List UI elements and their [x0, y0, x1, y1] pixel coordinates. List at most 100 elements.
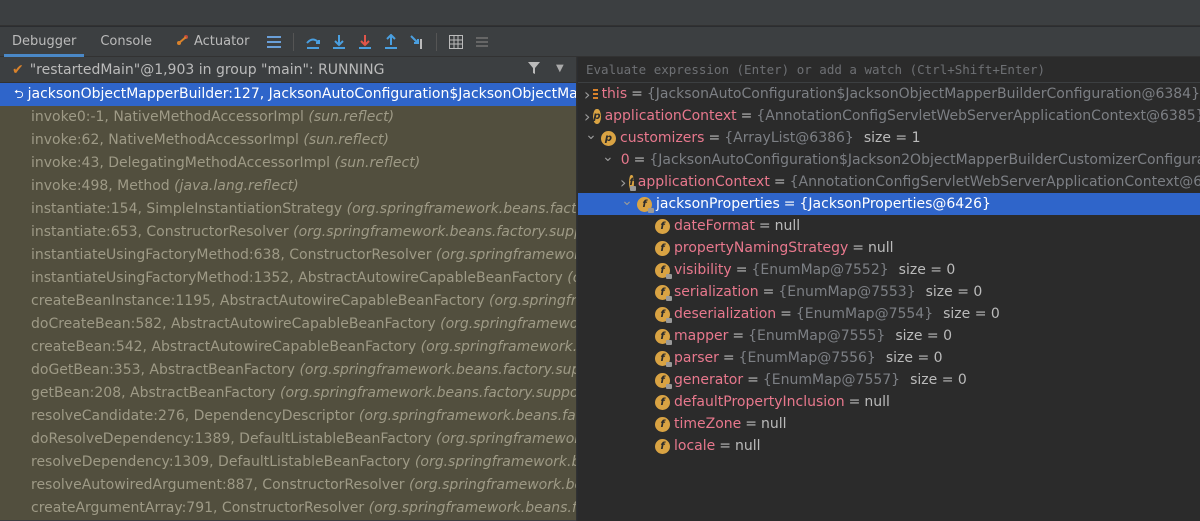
frame-item[interactable]: invoke:43, DelegatingMethodAccessorImpl … — [0, 152, 576, 175]
frame-item[interactable]: doGetBean:353, AbstractBeanFactory (org.… — [0, 359, 576, 382]
check-icon: ✔ — [12, 61, 24, 78]
variable-equals: = — [631, 86, 643, 102]
variable-row[interactable]: f generator = {EnumMap@7557} size = 0 — [578, 369, 1200, 391]
variable-size: size = 0 — [925, 284, 983, 300]
chevron-right-icon[interactable]: › — [620, 173, 626, 192]
frame-package: (sun.reflect) — [330, 155, 421, 171]
variable-row[interactable]: f propertyNamingStrategy = null — [578, 237, 1200, 259]
variable-row[interactable]: ⌄ p customizers = {ArrayList@6386} size = 1 — [578, 127, 1200, 149]
frame-package: (org.springframework.beans.factory.suppo… — [440, 316, 576, 332]
frame-item[interactable]: instantiate:653, ConstructorResolver (or… — [0, 221, 576, 244]
variable-row[interactable]: › f applicationContext = {AnnotationConfigSe… — [578, 171, 1200, 193]
frame-method: invoke0:-1, NativeMethodAccessorImpl — [31, 109, 304, 125]
variable-row[interactable]: f parser = {EnumMap@7556} size = 0 — [578, 347, 1200, 369]
tab-debugger[interactable]: Debugger — [0, 27, 88, 57]
frame-item[interactable]: resolveAutowiredArgument:887, Constructo… — [0, 474, 576, 497]
chevron-down-icon[interactable]: ⌄ — [602, 149, 614, 165]
variable-name: propertyNamingStrategy — [674, 240, 849, 256]
top-strip — [0, 0, 1200, 26]
field-icon: f — [629, 174, 637, 191]
variable-row[interactable]: f mapper = {EnumMap@7555} size = 0 — [578, 325, 1200, 347]
frame-package: (org.springframework.beans.factory.suppo… — [436, 431, 576, 447]
variable-equals: = — [745, 416, 758, 432]
field-icon: f — [637, 196, 654, 213]
frame-item[interactable]: invoke0:-1, NativeMethodAccessorImpl (su… — [0, 106, 576, 129]
frame-item[interactable]: createBeanInstance:1195, AbstractAutowir… — [0, 290, 576, 313]
field-icon: f — [655, 416, 670, 432]
frame-method: doCreateBean:582, AbstractAutowireCapabl… — [31, 316, 436, 332]
frame-item[interactable]: doCreateBean:582, AbstractAutowireCapabl… — [0, 313, 576, 336]
variable-name: 0 — [620, 152, 630, 168]
variable-name: locale — [674, 438, 716, 454]
variable-equals: = — [758, 218, 771, 234]
frame-item[interactable]: getBean:208, AbstractBeanFactory (org.sp… — [0, 382, 576, 405]
variable-value: {JacksonAutoConfiguration$Jackson2Object… — [649, 152, 1200, 168]
frame-item[interactable]: doResolveDependency:1389, DefaultListabl… — [0, 428, 576, 451]
chevron-down-icon[interactable]: ▼ — [556, 63, 564, 74]
variable-row[interactable]: f deserialization = {EnumMap@7554} size = 0 — [578, 303, 1200, 325]
frame-method: instantiateUsingFactoryMethod:1352, Abst… — [31, 270, 563, 286]
variable-row[interactable]: f timeZone = null — [578, 413, 1200, 435]
toolbar-separator — [293, 32, 295, 51]
field-icon: f — [655, 350, 672, 367]
frame-package: (org.springframework.beans.factory.suppo… — [435, 247, 576, 263]
variable-value: null — [864, 394, 890, 410]
variable-equals: = — [762, 284, 775, 300]
filter-icon[interactable] — [527, 61, 541, 79]
variable-name: defaultPropertyInclusion — [674, 394, 845, 410]
frame-package: (org.springframework.beans.factory.suppo… — [368, 500, 576, 516]
force-step-into-icon[interactable] — [354, 31, 376, 53]
field-icon: f — [655, 284, 672, 301]
frame-item[interactable]: instantiateUsingFactoryMethod:638, Const… — [0, 244, 576, 267]
variable-row[interactable]: › this = {JacksonAutoConfiguration$JacksonO… — [578, 83, 1200, 105]
step-over-icon[interactable] — [302, 31, 324, 53]
frame-item-selected[interactable]: ⮌ jacksonObjectMapperBuilder:127, Jackson… — [0, 83, 576, 106]
variable-value: {EnumMap@7552} — [751, 262, 889, 278]
variable-row[interactable]: ⌄ 0 = {JacksonAutoConfiguration$Jackson2Obj… — [578, 149, 1200, 171]
variable-value: {AnnotationConfigServletWebServerApplica… — [789, 174, 1200, 190]
variable-row[interactable]: f visibility = {EnumMap@7552} size = 0 — [578, 259, 1200, 281]
frame-item[interactable]: instantiateUsingFactoryMethod:1352, Abst… — [0, 267, 576, 290]
tab-console[interactable]: Console — [88, 27, 164, 57]
thread-selector[interactable]: ✔ "restartedMain"@1,903 in group "main":… — [0, 57, 576, 83]
frame-method: instantiate:653, ConstructorResolver — [31, 224, 289, 240]
trace-stream-icon[interactable] — [471, 31, 493, 53]
frame-item[interactable]: createArgumentArray:791, ConstructorReso… — [0, 497, 576, 520]
chevron-right-icon[interactable]: › — [584, 85, 590, 104]
chevron-right-icon[interactable]: › — [584, 107, 590, 126]
frame-item[interactable]: resolveCandidate:276, DependencyDescript… — [0, 405, 576, 428]
frame-item[interactable]: createBean:542, AbstractAutowireCapableB… — [0, 336, 576, 359]
frame-package: (sun.reflect) — [303, 109, 395, 125]
variable-row[interactable]: f defaultPropertyInclusion = null — [578, 391, 1200, 413]
frame-method: resolveDependency:1309, DefaultListableB… — [31, 454, 411, 470]
run-to-cursor-icon[interactable] — [406, 31, 428, 53]
variable-value: {JacksonProperties@6426} — [799, 196, 991, 212]
chevron-down-icon[interactable]: ⌄ — [620, 193, 634, 209]
variable-row[interactable]: ⌄ f jacksonProperties = {JacksonProperties@6… — [578, 193, 1200, 215]
variable-row[interactable]: f locale = null — [578, 435, 1200, 457]
variable-equals: = — [747, 372, 759, 388]
frame-item[interactable]: instantiate:154, SimpleInstantiationStra… — [0, 198, 576, 221]
frame-item[interactable]: invoke:498, Method (java.lang.reflect) — [0, 175, 576, 198]
step-out-icon[interactable] — [380, 31, 402, 53]
variable-row[interactable]: f serialization = {EnumMap@7553} size = 0 — [578, 281, 1200, 303]
variable-row[interactable]: f dateFormat = null — [578, 215, 1200, 237]
frame-package: (java.lang.reflect) — [169, 178, 299, 194]
tab-actuator[interactable]: Actuator — [164, 27, 262, 57]
step-into-icon[interactable] — [328, 31, 350, 53]
variable-name: visibility — [674, 262, 732, 278]
watch-input[interactable]: Evaluate expression (Enter) or add a wat… — [578, 57, 1200, 83]
variable-name: applicationContext — [637, 174, 770, 190]
frame-package: (org.springframework.beans.factory.suppo… — [299, 362, 576, 378]
frame-item[interactable]: invoke:62, NativeMethodAccessorImpl (sun… — [0, 129, 576, 152]
frame-method: createArgumentArray:791, ConstructorReso… — [31, 500, 365, 516]
variable-size: size = 0 — [898, 262, 956, 278]
frame-package: (org.springframework.beans.factory.suppo… — [409, 477, 576, 493]
layout-menu-icon[interactable] — [263, 31, 285, 53]
frame-method: invoke:498, Method — [31, 178, 170, 194]
evaluate-expression-icon[interactable] — [445, 31, 467, 53]
variable-size: size = 0 — [895, 328, 952, 344]
variable-row[interactable]: › p applicationContext = {AnnotationConfigSe… — [578, 105, 1200, 127]
chevron-down-icon[interactable]: ⌄ — [584, 127, 598, 143]
frame-item[interactable]: resolveDependency:1309, DefaultListableB… — [0, 451, 576, 474]
